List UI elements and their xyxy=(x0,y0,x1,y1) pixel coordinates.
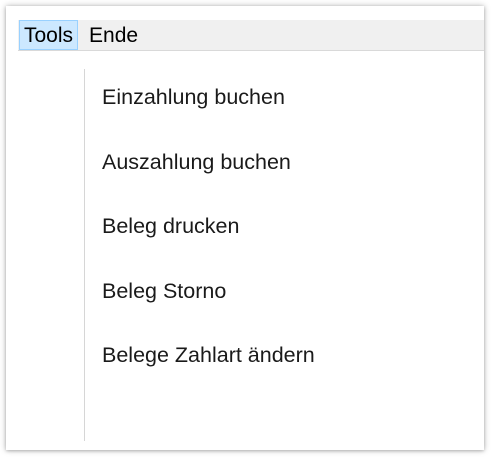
menu-bar: Tools Ende xyxy=(18,20,484,51)
menu-icon-gutter-divider xyxy=(84,69,85,441)
menu-item-beleg-storno[interactable]: Beleg Storno xyxy=(102,279,315,344)
menu-ende[interactable]: Ende xyxy=(78,20,143,50)
menu-tools[interactable]: Tools xyxy=(19,20,79,50)
tools-dropdown-menu: Einzahlung buchen Auszahlung buchen Bele… xyxy=(18,51,484,443)
menu-item-belege-zahlart-aendern[interactable]: Belege Zahlart ändern xyxy=(102,343,315,408)
menu-item-einzahlung-buchen[interactable]: Einzahlung buchen xyxy=(102,85,315,150)
tools-menu-list: Einzahlung buchen Auszahlung buchen Bele… xyxy=(102,85,315,408)
menu-item-beleg-drucken[interactable]: Beleg drucken xyxy=(102,214,315,279)
menu-item-auszahlung-buchen[interactable]: Auszahlung buchen xyxy=(102,150,315,215)
